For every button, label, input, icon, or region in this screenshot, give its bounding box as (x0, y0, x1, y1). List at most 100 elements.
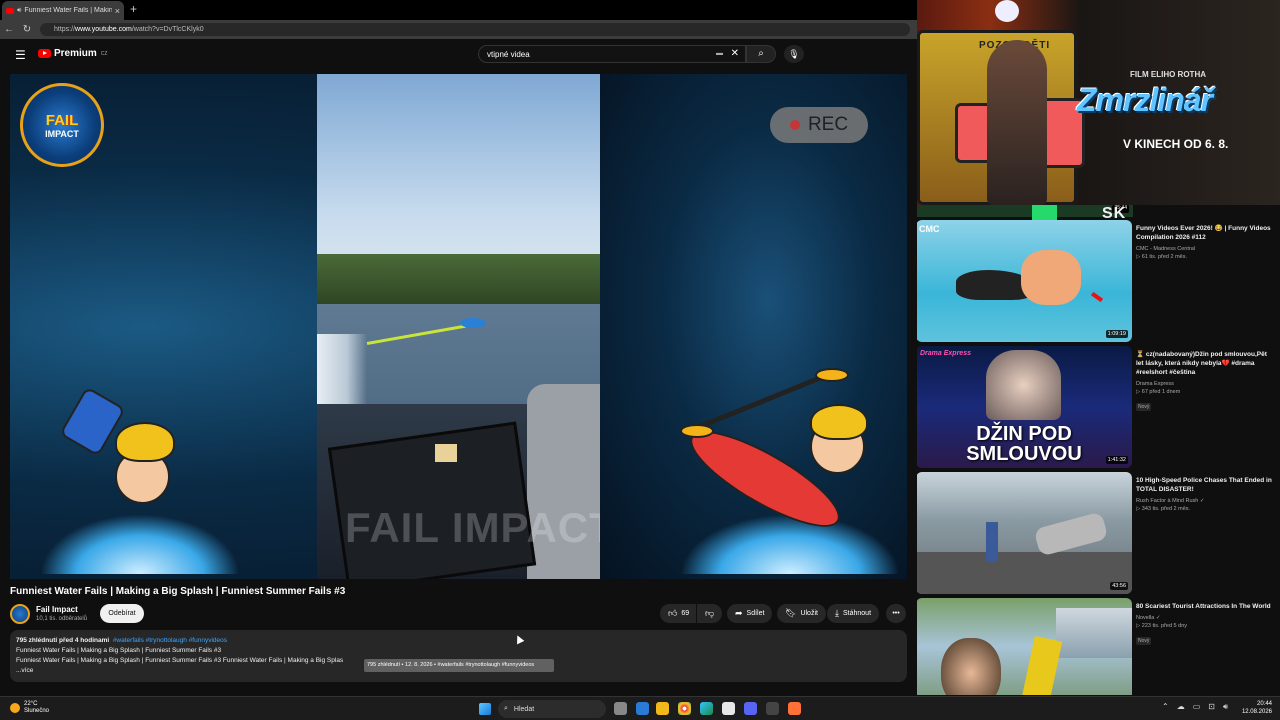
widgets-icon[interactable] (636, 702, 649, 715)
windows-start-icon[interactable] (479, 703, 491, 715)
screen: 🔊︎ Funniest Water Fails | Making a... × … (0, 0, 1280, 720)
url-prefix: https:// (54, 26, 76, 33)
hamburger-menu-icon[interactable]: ☰ (15, 48, 26, 62)
clock[interactable]: 20:44 12.08.2026 (1240, 700, 1272, 716)
video-player[interactable]: FAIL IMPACT FAIL IMPACT REC (10, 74, 907, 579)
video-frame: FAIL IMPACT (317, 74, 600, 579)
search-input[interactable]: vtipné videa ▬ ✕ (478, 45, 746, 63)
related-channel: CMC - Madness Central (1136, 246, 1195, 252)
related-title[interactable]: 80 Scariest Tourist Attractions In The W… (1136, 602, 1276, 611)
new-badge: Nový (1136, 637, 1152, 645)
subscriber-count: 10,1 tis. odběratelů (36, 616, 88, 622)
channel-logo-overlay: FAIL IMPACT (20, 83, 104, 167)
more-actions-button[interactable]: ••• (886, 604, 906, 623)
display-icon[interactable]: ▭ (1193, 702, 1201, 712)
video-watermark: FAIL IMPACT (345, 504, 600, 551)
ad-subtitle: V KINECH OD 6. 8. (1123, 137, 1229, 151)
browser-tab-bar: 🔊︎ Funniest Water Fails | Making a... × … (0, 0, 917, 20)
youtube-header: ☰ Premium CZ vtipné videa ▬ ✕ ⌕ 🎙︎ (0, 39, 917, 69)
share-icon: ➦ (735, 608, 743, 618)
keyboard-icon[interactable]: ▬ (716, 50, 723, 57)
audio-playing-icon[interactable]: 🔊︎ (17, 7, 21, 15)
weather-widget[interactable]: 22°C Slunečno (10, 701, 49, 715)
share-button[interactable]: ➦ Sdílet (727, 604, 773, 623)
hashtags[interactable]: #waterfails #trynottolaugh #funnyvideos (113, 637, 227, 644)
related-item[interactable]: 80 Scariest Tourist Attractions In The W… (917, 598, 1280, 695)
download-button[interactable]: ⤓ Stáhnout (827, 604, 880, 623)
kayaker-cartoon (670, 367, 900, 574)
browser-toolbar: ← ↻ https://www.youtube.com/watch?v=DvTl… (0, 20, 917, 39)
chrome-icon[interactable] (678, 702, 691, 715)
record-dot-icon (789, 120, 800, 130)
related-item[interactable]: CMC 1:09:19 Funny Videos Ever 2026! 😂 | … (917, 220, 1280, 342)
edge-icon[interactable] (700, 702, 713, 715)
related-thumbnail[interactable]: CMC 1:09:19 (917, 220, 1132, 342)
description-line-1: Funniest Water Fails | Making a Big Spla… (16, 647, 222, 654)
partial-related-item[interactable]: 35:44 (917, 205, 1133, 217)
taskbar-search[interactable]: ⌕ Hledat (498, 700, 606, 718)
url-host: www.youtube.com (75, 26, 132, 33)
youtube-logo[interactable]: Premium CZ (38, 48, 107, 59)
related-thumbnail[interactable] (917, 598, 1132, 695)
ad-top-line: FILM ELIHO ROTHA (1130, 70, 1206, 79)
voice-search-button[interactable]: 🎙︎ (784, 45, 804, 63)
related-channel: Rush Factor à Mind Rush ✓ (1136, 498, 1205, 504)
related-item[interactable]: Drama Express DŽIN POD SMLOUVOU 1:41:32 … (917, 346, 1280, 468)
related-meta: ▷ 61 tis. před 2 měs. (1136, 254, 1188, 260)
file-explorer-icon[interactable] (656, 702, 669, 715)
thumbs-up-icon: 👍︎ (668, 608, 678, 618)
related-thumbnail[interactable]: 43:56 (917, 472, 1132, 594)
task-view-icon[interactable] (614, 702, 627, 715)
store-icon[interactable] (722, 702, 735, 715)
back-button[interactable]: ← (0, 24, 18, 35)
microphone-icon: 🎙︎ (788, 49, 800, 59)
search-value: vtipné videa (487, 49, 530, 59)
duration-badge: 43:56 (1110, 582, 1128, 590)
logo-region: CZ (100, 50, 108, 57)
system-tray[interactable]: ⌃ ☁︎ ▭ ⊡ 🔊︎ (1162, 702, 1228, 712)
related-channel: Drama Express (1136, 381, 1174, 387)
cloud-icon[interactable]: ☁︎ (1177, 702, 1185, 712)
bookmark-icon: 🔖︎ (785, 608, 797, 618)
windows-taskbar: 22°C Slunečno ⌕ Hledat ⌃ ☁︎ ▭ ⊡ 🔊︎ 20:44 1… (0, 696, 1280, 720)
view-stats: 795 zhlédnutí před 4 hodinami (16, 637, 110, 644)
duration-badge: 1:41:32 (1105, 456, 1128, 464)
related-title[interactable]: 10 High-Speed Police Chases That Ended i… (1136, 476, 1276, 494)
url-path: /watch?v=DvTlcCKlyk0 (131, 26, 204, 33)
related-thumbnail[interactable]: Drama Express DŽIN POD SMLOUVOU 1:41:32 (917, 346, 1132, 468)
thumbs-down-icon: 👎︎ (705, 608, 715, 618)
youtube-favicon-icon (6, 7, 14, 14)
sun-icon (10, 703, 20, 713)
channel-name[interactable]: Fail Impact (36, 605, 78, 614)
tube-rider (460, 318, 486, 328)
network-icon[interactable]: ⊡ (1208, 702, 1215, 712)
save-button[interactable]: 🔖︎ Uložit (777, 604, 826, 623)
ad-banner[interactable]: POZOR DĚTI FILM ELIHO ROTHA Zmrzlinář V … (917, 0, 1280, 205)
thumb-title: DŽIN POD SMLOUVOU (966, 423, 1082, 465)
subscribe-button[interactable]: Odebírat (100, 604, 144, 623)
new-tab-button[interactable]: + (130, 2, 137, 16)
channel-avatar[interactable] (10, 604, 30, 624)
video-title: Funniest Water Fails | Making a Big Spla… (10, 586, 346, 597)
like-button[interactable]: 👍︎ 69 (660, 604, 696, 623)
diver-cartoon (40, 374, 240, 574)
description-box[interactable]: 795 zhlédnutí před 4 hodinami #waterfail… (10, 630, 907, 682)
browser-tab[interactable]: 🔊︎ Funniest Water Fails | Making a... × (2, 1, 124, 20)
chevron-up-icon[interactable]: ⌃ (1162, 702, 1169, 712)
related-item[interactable]: 43:56 10 High-Speed Police Chases That E… (917, 472, 1280, 594)
tooltip: 795 zhlédnutí • 12. 8. 2026 • #waterfail… (364, 659, 554, 672)
settings-icon[interactable] (766, 702, 779, 715)
search-button[interactable]: ⌕ (746, 45, 776, 63)
mascot-icon (995, 0, 1019, 22)
reload-button[interactable]: ↻ (18, 24, 36, 35)
close-tab-icon[interactable]: × (115, 6, 120, 16)
address-bar[interactable]: https://www.youtube.com/watch?v=DvTlcCKl… (40, 23, 910, 36)
dislike-button[interactable]: 👎︎ (697, 604, 722, 623)
discord-icon[interactable] (744, 702, 757, 715)
related-title[interactable]: ⏳ cz(nadabovaný)Džin pod smlouvou,Pět le… (1136, 350, 1276, 377)
firefox-icon[interactable] (788, 702, 801, 715)
volume-icon[interactable]: 🔊︎ (1223, 702, 1228, 712)
related-meta: ▷ 343 tis. před 2 měs. (1136, 506, 1191, 512)
related-title[interactable]: Funny Videos Ever 2026! 😂 | Funny Videos… (1136, 224, 1276, 242)
clear-search-icon[interactable]: ✕ (731, 48, 739, 59)
